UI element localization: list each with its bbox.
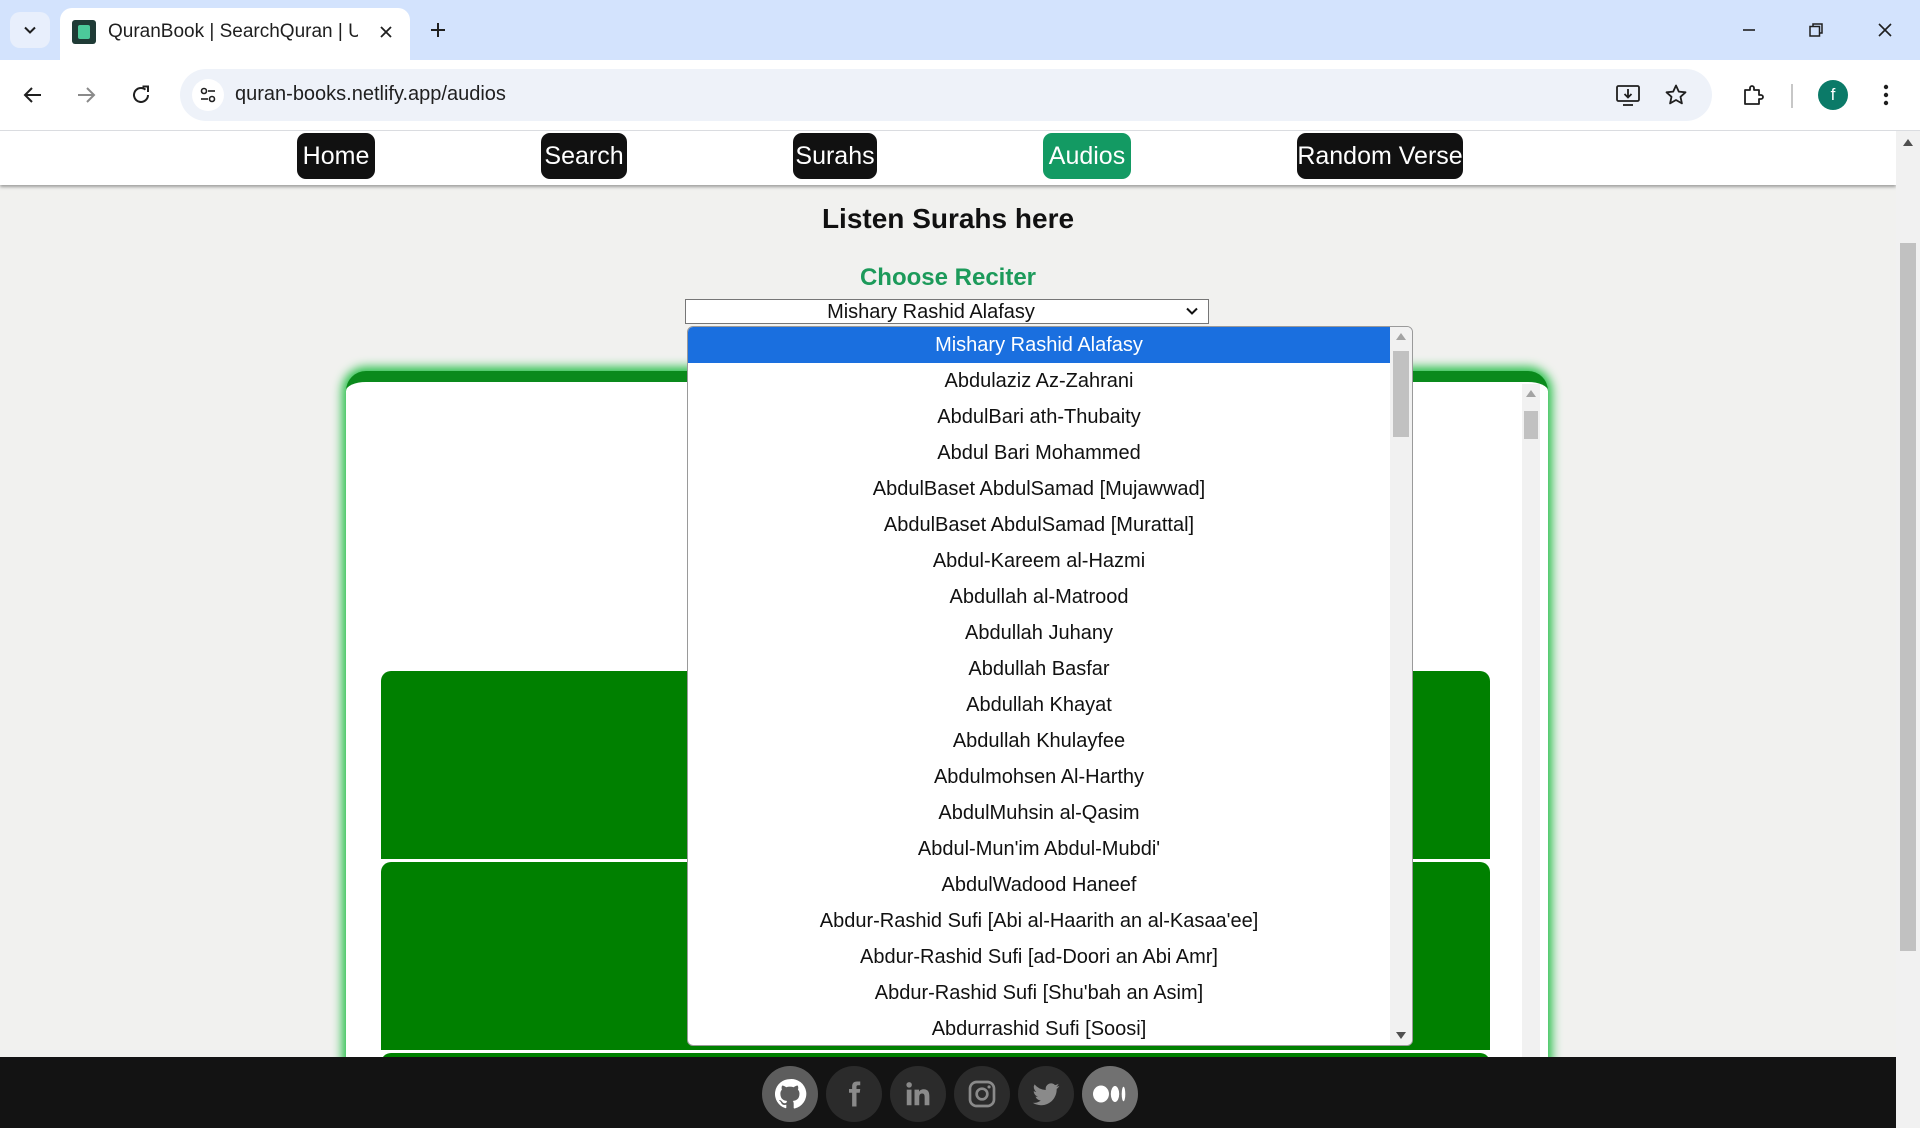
browser-menu-button[interactable] — [1864, 73, 1908, 117]
scroll-down-arrow-icon[interactable] — [1396, 1032, 1406, 1039]
reciter-option[interactable]: Abdullah Juhany — [688, 615, 1390, 651]
reciter-option[interactable]: Abdullah Basfar — [688, 651, 1390, 687]
plus-icon — [431, 23, 445, 37]
forward-button[interactable] — [64, 73, 108, 117]
quranbook-favicon-icon — [72, 20, 96, 44]
reciter-option[interactable]: AbdulBari ath-Thubaity — [688, 399, 1390, 435]
card-scrollbar[interactable] — [1522, 384, 1540, 1128]
github-icon — [774, 1079, 807, 1109]
back-button[interactable] — [11, 73, 55, 117]
star-icon — [1665, 84, 1687, 105]
page-content: Home Search Surahs Audios Random Verse L… — [0, 131, 1896, 1128]
reciter-option[interactable]: Abdur-Rashid Sufi [Abi al-Haarith an al-… — [688, 903, 1390, 939]
new-tab-button[interactable] — [420, 12, 456, 48]
facebook-link[interactable] — [826, 1066, 882, 1122]
reciter-option[interactable]: AbdulWadood Haneef — [688, 867, 1390, 903]
minimize-icon — [1743, 29, 1755, 31]
scroll-up-arrow-icon[interactable] — [1526, 390, 1536, 397]
reciter-select[interactable]: Mishary Rashid Alafasy — [685, 299, 1209, 324]
reload-button[interactable] — [119, 73, 163, 117]
reciter-option[interactable]: Abdul Bari Mohammed — [688, 435, 1390, 471]
reciter-option[interactable]: Abdur-Rashid Sufi [Shu'bah an Asim] — [688, 975, 1390, 1011]
browser-tab-strip: QuranBook | SearchQuran | Unc — [0, 0, 1920, 60]
reciter-option[interactable]: AbdulMuhsin al-Qasim — [688, 795, 1390, 831]
footer — [0, 1057, 1896, 1128]
choose-reciter-label: Choose Reciter — [859, 264, 1037, 291]
browser-tab[interactable]: QuranBook | SearchQuran | Unc — [60, 8, 410, 60]
site-settings-icon[interactable] — [192, 79, 224, 111]
restore-icon — [1809, 23, 1823, 37]
reciter-options: Mishary Rashid Alafasy Abdulaziz Az-Zahra… — [688, 327, 1390, 1045]
page-title: Listen Surahs here — [821, 203, 1075, 234]
chevron-down-icon — [1186, 307, 1198, 315]
nav-audios-link[interactable]: Audios — [1043, 133, 1131, 179]
linkedin-link[interactable] — [890, 1066, 946, 1122]
card-scrollbar-thumb[interactable] — [1524, 411, 1538, 439]
close-tab-button[interactable] — [372, 18, 400, 46]
reciter-option[interactable]: Abdur-Rashid Sufi [ad-Doori an Abi Amr] — [688, 939, 1390, 975]
nav-home-link[interactable]: Home — [297, 133, 375, 179]
instagram-icon — [968, 1080, 996, 1108]
close-window-button[interactable] — [1860, 10, 1910, 50]
nav-random-verse-link[interactable]: Random Verse — [1297, 133, 1463, 179]
url-text[interactable]: quran-books.netlify.app/audios — [235, 83, 506, 106]
close-icon — [380, 26, 392, 38]
arrow-left-icon — [23, 87, 41, 103]
reciter-select-value: Mishary Rashid Alafasy — [827, 301, 1035, 323]
facebook-icon — [849, 1081, 861, 1107]
close-icon — [1878, 23, 1892, 37]
puzzle-icon — [1744, 85, 1764, 105]
more-vertical-icon — [1883, 84, 1889, 106]
arrow-right-icon — [78, 87, 96, 103]
bookmark-button[interactable] — [1654, 73, 1698, 117]
reciter-option[interactable]: Abdurrashid Sufi [Soosi] — [688, 1011, 1390, 1045]
tab-list-button[interactable] — [10, 12, 50, 48]
profile-avatar[interactable]: f — [1818, 80, 1848, 110]
install-icon — [1616, 85, 1640, 106]
reciter-option[interactable]: Abdullah Khulayfee — [688, 723, 1390, 759]
reciter-dropdown-list[interactable]: Mishary Rashid Alafasy Abdulaziz Az-Zahra… — [687, 326, 1413, 1046]
medium-link[interactable] — [1082, 1066, 1138, 1122]
linkedin-icon — [906, 1082, 930, 1106]
restore-button[interactable] — [1791, 10, 1841, 50]
reload-icon — [133, 85, 149, 103]
nav-surahs-link[interactable]: Surahs — [793, 133, 877, 179]
page-scrollbar[interactable] — [1896, 131, 1920, 1128]
reciter-option[interactable]: AbdulBaset AbdulSamad [Mujawwad] — [688, 471, 1390, 507]
scroll-up-arrow-icon[interactable] — [1396, 333, 1406, 340]
extensions-button[interactable] — [1731, 73, 1775, 117]
twitter-icon — [1032, 1083, 1060, 1106]
medium-icon — [1093, 1085, 1126, 1103]
reciter-option[interactable]: Abdul-Mun'im Abdul-Mubdi' — [688, 831, 1390, 867]
instagram-link[interactable] — [954, 1066, 1010, 1122]
tab-title: QuranBook | SearchQuran | Unc — [108, 21, 358, 42]
nav-search-link[interactable]: Search — [541, 133, 627, 179]
dropdown-scrollbar[interactable] — [1390, 327, 1412, 1045]
chevron-down-icon — [24, 26, 36, 34]
toolbar-divider — [1791, 84, 1793, 108]
reciter-option[interactable]: Mishary Rashid Alafasy — [688, 327, 1390, 363]
page-scrollbar-thumb[interactable] — [1900, 243, 1916, 951]
github-link[interactable] — [762, 1066, 818, 1122]
browser-toolbar: quran-books.netlify.app/audios f — [0, 60, 1920, 131]
install-app-button[interactable] — [1606, 73, 1650, 117]
dropdown-scrollbar-thumb[interactable] — [1393, 351, 1409, 437]
minimize-button[interactable] — [1724, 10, 1774, 50]
scroll-up-arrow-icon[interactable] — [1903, 139, 1913, 146]
reciter-option[interactable]: AbdulBaset AbdulSamad [Murattal] — [688, 507, 1390, 543]
address-bar[interactable]: quran-books.netlify.app/audios — [180, 69, 1712, 121]
reciter-option[interactable]: Abdul-Kareem al-Hazmi — [688, 543, 1390, 579]
site-navbar: Home Search Surahs Audios Random Verse — [0, 131, 1896, 185]
reciter-option[interactable]: Abdullah al-Matrood — [688, 579, 1390, 615]
reciter-option[interactable]: Abdulaziz Az-Zahrani — [688, 363, 1390, 399]
reciter-option[interactable]: Abdullah Khayat — [688, 687, 1390, 723]
twitter-link[interactable] — [1018, 1066, 1074, 1122]
reciter-option[interactable]: Abdulmohsen Al-Harthy — [688, 759, 1390, 795]
